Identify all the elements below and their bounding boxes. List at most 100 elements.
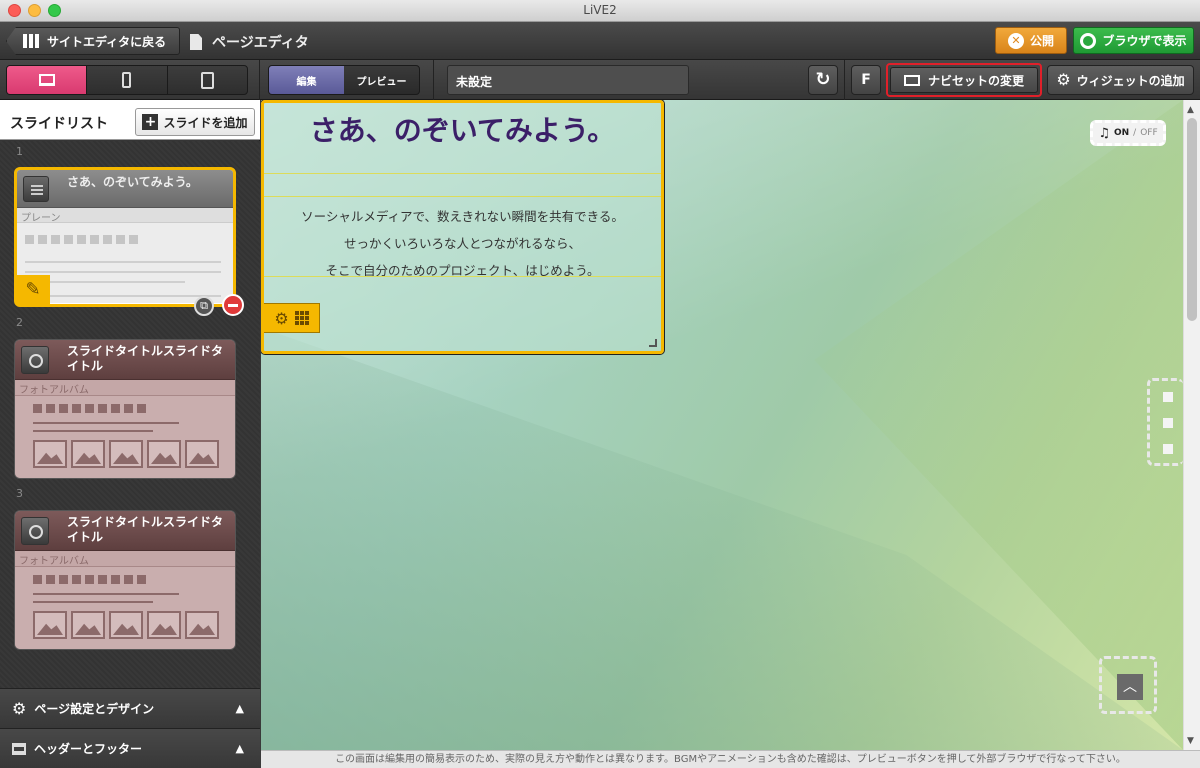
globe-icon xyxy=(1080,32,1097,49)
view-in-browser-button[interactable]: ブラウザで表示 xyxy=(1073,27,1194,54)
tab-preview[interactable]: プレビュー xyxy=(344,66,419,94)
header-footer-label: ヘッダーとフッター xyxy=(34,742,143,756)
refresh-button[interactable]: ↻ xyxy=(808,65,838,95)
slide-card-3[interactable]: スライドタイトルスライドタイトル フォトアルバム xyxy=(14,510,236,650)
slide-card-type: フォトアルバム xyxy=(15,551,235,567)
laptop-icon xyxy=(38,74,55,86)
nav-dot[interactable] xyxy=(1163,418,1173,428)
header-footer-icon xyxy=(12,742,26,755)
naviset-change-label: ナビセットの変更 xyxy=(927,73,1024,88)
page-settings-accordion[interactable]: ⚙ ページ設定とデザイン ▲ xyxy=(0,688,260,728)
tab-edit[interactable]: 編集 xyxy=(269,66,344,94)
page-name-field[interactable]: 未設定 xyxy=(447,65,689,95)
page-editor-title: ページエディタ xyxy=(190,32,309,52)
scroll-to-top-area: ︿ xyxy=(1099,656,1157,714)
mode-switcher: 編集 プレビュー xyxy=(268,65,420,95)
slide-card-type: フォトアルバム xyxy=(15,380,235,396)
plus-icon: + xyxy=(142,114,159,130)
text-slide-icon xyxy=(23,176,49,202)
view-in-browser-label: ブラウザで表示 xyxy=(1102,34,1187,48)
add-widget-button[interactable]: ⚙ ウィジェットの追加 xyxy=(1047,65,1194,95)
chevron-up-icon: ▲ xyxy=(235,702,244,715)
slide-title[interactable]: さあ、のぞいてみよう。 xyxy=(264,109,661,149)
add-widget-label: ウィジェットの追加 xyxy=(1076,73,1185,88)
slide-body-text[interactable]: ソーシャルメディアで、数えきれない瞬間を共有できる。 せっかくいろいろな人とつな… xyxy=(264,203,661,284)
preview-title-blocks xyxy=(33,575,146,584)
guide-line xyxy=(264,173,661,174)
photo-thumbnails xyxy=(33,440,219,468)
gear-icon: ⚙ xyxy=(12,698,27,718)
refresh-icon: ↻ xyxy=(815,69,831,90)
slide-tools[interactable]: ⚙ xyxy=(264,303,320,333)
page-settings-label: ページ設定とデザイン xyxy=(34,702,155,716)
toolbar-divider xyxy=(259,60,260,100)
nav-dot[interactable] xyxy=(1163,392,1173,402)
site-bars-icon xyxy=(23,34,39,48)
preview-line xyxy=(25,295,221,297)
edit-slide-pencil-icon[interactable]: ✎ xyxy=(16,275,50,307)
slide-card-title: スライドタイトルスライドタイトル xyxy=(67,344,224,373)
camera-icon xyxy=(21,517,49,545)
publish-button[interactable]: ✕ 公開 xyxy=(995,27,1067,54)
delete-slide-button[interactable] xyxy=(222,294,244,316)
slide-card-header: スライドタイトルスライドタイトル xyxy=(15,340,235,380)
preview-title-blocks xyxy=(25,235,138,244)
scroll-up-icon[interactable]: ▲ xyxy=(1187,105,1194,115)
bgm-on-label: ON xyxy=(1113,128,1130,138)
resize-handle[interactable] xyxy=(649,339,657,347)
publish-label: 公開 xyxy=(1029,34,1054,48)
device-phone-button[interactable] xyxy=(87,66,168,94)
slide-body-line: せっかくいろいろな人とつながれるなら、 xyxy=(343,236,581,251)
slide-card-header: スライドタイトルスライドタイトル xyxy=(15,511,235,551)
slide-card-header: さあ、のぞいてみよう。 xyxy=(17,170,233,208)
slide-number: 2 xyxy=(16,316,23,329)
duplicate-slide-button[interactable]: ⧉ xyxy=(194,296,214,316)
scroll-thumb[interactable] xyxy=(1187,118,1197,321)
publish-icon: ✕ xyxy=(1007,32,1024,49)
window-title: LiVE2 xyxy=(583,3,617,17)
slide-number: 1 xyxy=(16,145,23,158)
photo-thumbnails xyxy=(33,611,219,639)
back-to-site-editor-button[interactable]: サイトエディタに戻る xyxy=(6,27,180,55)
editor-canvas[interactable]: さあ、のぞいてみよう。 ソーシャルメディアで、数えきれない瞬間を共有できる。 せ… xyxy=(261,100,1183,750)
naviset-change-button[interactable]: ナビセットの変更 xyxy=(886,63,1042,97)
editor-notice: この画面は編集用の簡易表示のため、実際の見え方や動作とは異なります。BGMやアニ… xyxy=(261,750,1200,768)
preview-line xyxy=(25,271,221,273)
chevron-up-icon: ▲ xyxy=(235,742,244,755)
canvas-scrollbar[interactable]: ▲ ▼ xyxy=(1183,100,1200,750)
bgm-toggle[interactable]: ♫ ON / OFF xyxy=(1090,120,1166,146)
nav-dot[interactable] xyxy=(1163,444,1173,454)
slide-list-header: スライドリスト + スライドを追加 xyxy=(0,100,260,140)
guide-line xyxy=(264,276,661,277)
slide-card-type: プレーン xyxy=(17,208,233,224)
bgm-off-label: OFF xyxy=(1140,128,1158,138)
slide-body-line: ソーシャルメディアで、数えきれない瞬間を共有できる。 xyxy=(301,209,624,224)
slide-body-line: そこで自分のためのプロジェクト、はじめよう。 xyxy=(325,263,600,278)
music-note-icon: ♫ xyxy=(1098,125,1110,141)
guide-line xyxy=(264,196,661,197)
add-slide-button[interactable]: + スライドを追加 xyxy=(135,108,255,136)
preview-line xyxy=(33,601,153,603)
slide-card-title: さあ、のぞいてみよう。 xyxy=(67,175,198,189)
device-tablet-button[interactable] xyxy=(168,66,247,94)
header-footer-accordion[interactable]: ヘッダーとフッター ▲ xyxy=(0,728,260,768)
gear-icon[interactable]: ⚙ xyxy=(274,309,288,328)
gear-icon: ⚙ xyxy=(1056,70,1071,89)
selected-slide[interactable]: さあ、のぞいてみよう。 ソーシャルメディアで、数えきれない瞬間を共有できる。 せ… xyxy=(261,100,664,354)
toolbar-divider xyxy=(433,60,434,100)
frame-icon xyxy=(903,74,920,86)
f-button[interactable]: F xyxy=(851,65,881,95)
window-titlebar: LiVE2 xyxy=(0,0,1200,22)
scroll-down-icon[interactable]: ▼ xyxy=(1187,736,1194,746)
slide-navigation-dots xyxy=(1147,378,1183,466)
preview-line xyxy=(25,261,221,263)
camera-icon xyxy=(21,346,49,374)
slide-card-2[interactable]: スライドタイトルスライドタイトル フォトアルバム xyxy=(14,339,236,479)
scroll-to-top-button[interactable]: ︿ xyxy=(1117,674,1143,700)
toolbar-divider xyxy=(844,60,845,100)
grid-icon[interactable] xyxy=(294,311,309,325)
device-desktop-button[interactable] xyxy=(7,66,88,94)
add-slide-label: スライドを追加 xyxy=(163,115,248,130)
slide-number: 3 xyxy=(16,487,23,500)
naviset-change-inner: ナビセットの変更 xyxy=(890,67,1038,93)
